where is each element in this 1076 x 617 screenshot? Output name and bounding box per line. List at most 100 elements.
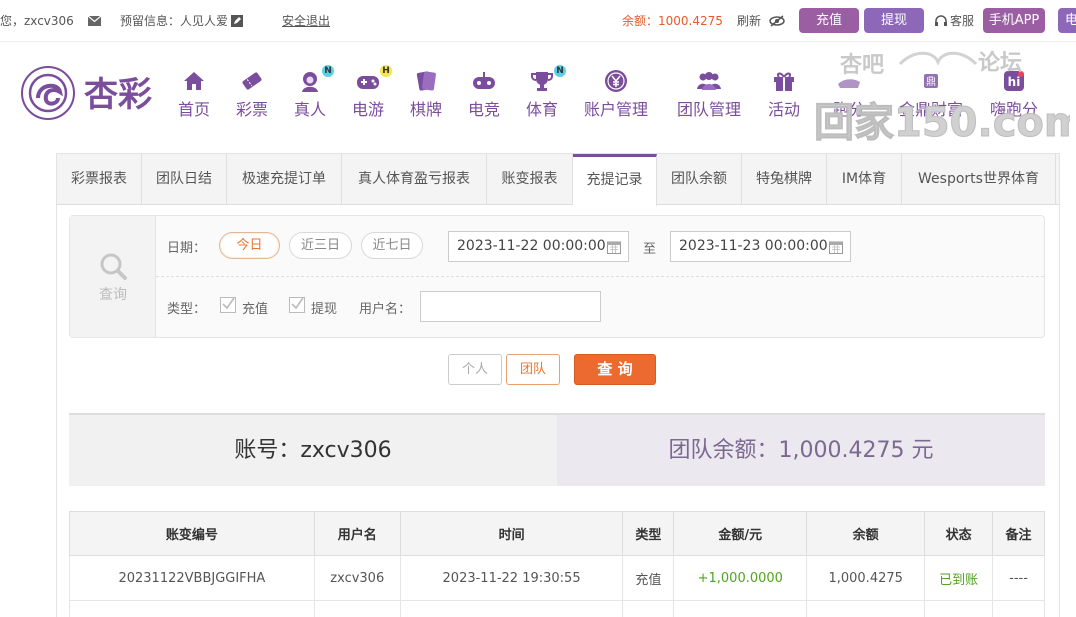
username-label: 用户名： [359,302,412,317]
cell-type: 充值 [622,555,675,601]
cell-balance: 1,000.4275 [806,555,926,601]
nav-chess[interactable]: 棋牌 [410,68,442,120]
magnifier-icon [100,253,127,280]
eye-hidden-icon[interactable] [769,13,785,27]
three-days-pill[interactable]: 近三日 [289,232,352,259]
table-header-row: 账变编号 用户名 时间 类型 金额/元 余额 状态 备注 [69,511,1045,556]
cards-icon [416,71,436,91]
nav-team[interactable]: 团队管理 [677,68,741,120]
team-icon [697,72,721,90]
to-label: 至 [643,242,657,257]
account-summary: 账号：zxcv306 [69,415,557,486]
date-from-value: 2023-11-22 00:00:00 [457,238,606,254]
live-dealer-icon [302,72,318,92]
svg-text:鼎: 鼎 [926,76,936,88]
top-bar: 您，zxcv306 预留信息：人见人爱 安全退出 余额：1000.4275 刷新… [0,0,1076,42]
withdraw-button[interactable]: 提现 [864,8,924,33]
report-tabs: 彩票报表 团队日结 极速充提订单 真人体育盈亏报表 账变报表 充提记录 团队余额… [57,154,1059,206]
nav-label: 首页 [178,100,211,119]
refresh-label[interactable]: 刷新 [737,12,761,29]
recharge-option-label[interactable]: 充值 [242,298,268,317]
nav-hi-run[interactable]: hi 嗨跑分 [990,68,1038,120]
col-header-amount: 金额/元 [673,511,808,556]
tab-wesports[interactable]: Wesports世界体育 [902,154,1056,205]
trophy-icon [531,72,553,91]
team-balance-summary: 团队余额：1,000.4275 元 [557,415,1045,486]
nav-wealth[interactable]: 鼎 金鼎财富 [899,68,963,120]
nav-sports[interactable]: N 体育 [526,65,566,120]
nav-label: 体育 [526,100,559,119]
tab-live-sports-pnl[interactable]: 真人体育盈亏报表 [342,154,487,205]
tab-deposit-withdraw-records[interactable]: 充提记录 [573,154,657,206]
team-button[interactable]: 团队 [506,354,560,385]
username-input[interactable] [420,291,601,322]
query-panel[interactable]: 查询 [70,216,156,337]
withdraw-option-label[interactable]: 提现 [311,298,337,317]
logout-link[interactable]: 安全退出 [282,12,330,29]
nav-esports[interactable]: 电竞 [468,68,500,120]
today-pill[interactable]: 今日 [219,232,280,259]
type-label: 类型： [167,302,207,317]
nav-label: 金鼎财富 [899,100,964,119]
check-icon [291,297,304,310]
mail-icon[interactable] [88,13,101,27]
nav-label: 活动 [768,100,801,119]
nav-home[interactable]: 首页 [178,68,210,120]
nav-run-score[interactable]: 跑分 [833,68,865,120]
brand-logo[interactable]: 杏彩 [18,62,168,124]
date-from-input[interactable]: 2023-11-22 00:00:00 [448,231,629,262]
table-row[interactable]: 20231122VBBJGGIFHA zxcv306 2023-11-22 19… [69,555,1045,601]
nav-account[interactable]: 账户管理 [584,68,648,120]
gift-icon [774,72,794,91]
cell-time: 2023-11-22 19:30:55 [399,555,624,601]
withdraw-checkbox[interactable] [289,297,305,313]
tab-lottery-report[interactable]: 彩票报表 [57,154,142,205]
cell-id: 20231122VBBJGGIFHA [69,555,315,601]
mobile-app-button[interactable]: 手机APP [983,8,1045,33]
nav-label: 账户管理 [584,100,649,119]
tab-fast-orders[interactable]: 极速充提订单 [227,154,342,205]
tab-account-changes[interactable]: 账变报表 [487,154,573,205]
tab-team-balance[interactable]: 团队余额 [657,154,742,205]
check-icon [222,297,235,310]
col-header-status: 状态 [924,511,994,556]
records-table: 账变编号 用户名 时间 类型 金额/元 余额 状态 备注 20231122VBB… [69,511,1045,617]
edit-icon[interactable] [231,13,243,27]
yen-coin-icon [605,70,627,92]
edge-button[interactable]: 电 [1058,8,1076,33]
recharge-checkbox[interactable] [220,297,236,313]
hot-badge: H [380,65,392,77]
home-icon [184,72,204,90]
date-to-input[interactable]: 2023-11-23 00:00:00 [670,231,851,262]
customer-service-link[interactable]: 客服 [950,12,974,29]
personal-button[interactable]: 个人 [448,354,502,385]
nav-label: 跑分 [833,100,866,119]
col-header-type: 类型 [622,511,675,556]
nav-activity[interactable]: 活动 [768,68,800,120]
nav-lottery[interactable]: 彩票 [236,68,268,120]
nav-label: 棋牌 [410,100,443,119]
greeting-text: 您，zxcv306 [0,14,74,28]
nav-label: 电竞 [468,100,501,119]
seven-days-pill[interactable]: 近七日 [361,232,423,259]
reserved-info: 预留信息：人见人爱 [120,14,229,28]
query-button[interactable]: 查 询 [574,354,656,385]
recharge-button[interactable]: 充值 [799,8,859,33]
col-header-username: 用户名 [313,511,401,556]
cell-remark: ---- [992,555,1045,601]
headset-icon[interactable] [935,13,947,27]
wealth-icon: 鼎 [924,74,938,88]
hi-icon: hi [1004,71,1024,91]
date-to-value: 2023-11-23 00:00:00 [679,238,828,254]
nav-label: 真人 [294,100,327,119]
nav-live[interactable]: N 真人 [294,65,334,120]
tab-team-daily[interactable]: 团队日结 [142,154,227,205]
nav-egame[interactable]: H 电游 [352,65,392,120]
svg-text:hi: hi [1008,75,1021,89]
tab-im-sports[interactable]: IM体育 [827,154,902,205]
summary-bar: 账号：zxcv306 团队余额：1,000.4275 元 [69,413,1045,486]
gamepad-icon [357,76,379,89]
calendar-icon [607,241,621,254]
tab-tetu-chess[interactable]: 特兔棋牌 [742,154,827,205]
main-nav: 杏彩 首页 彩票 N 真人 H 电游 棋牌 电竞 N 体育 账户管理 团队管理 [0,42,1076,140]
